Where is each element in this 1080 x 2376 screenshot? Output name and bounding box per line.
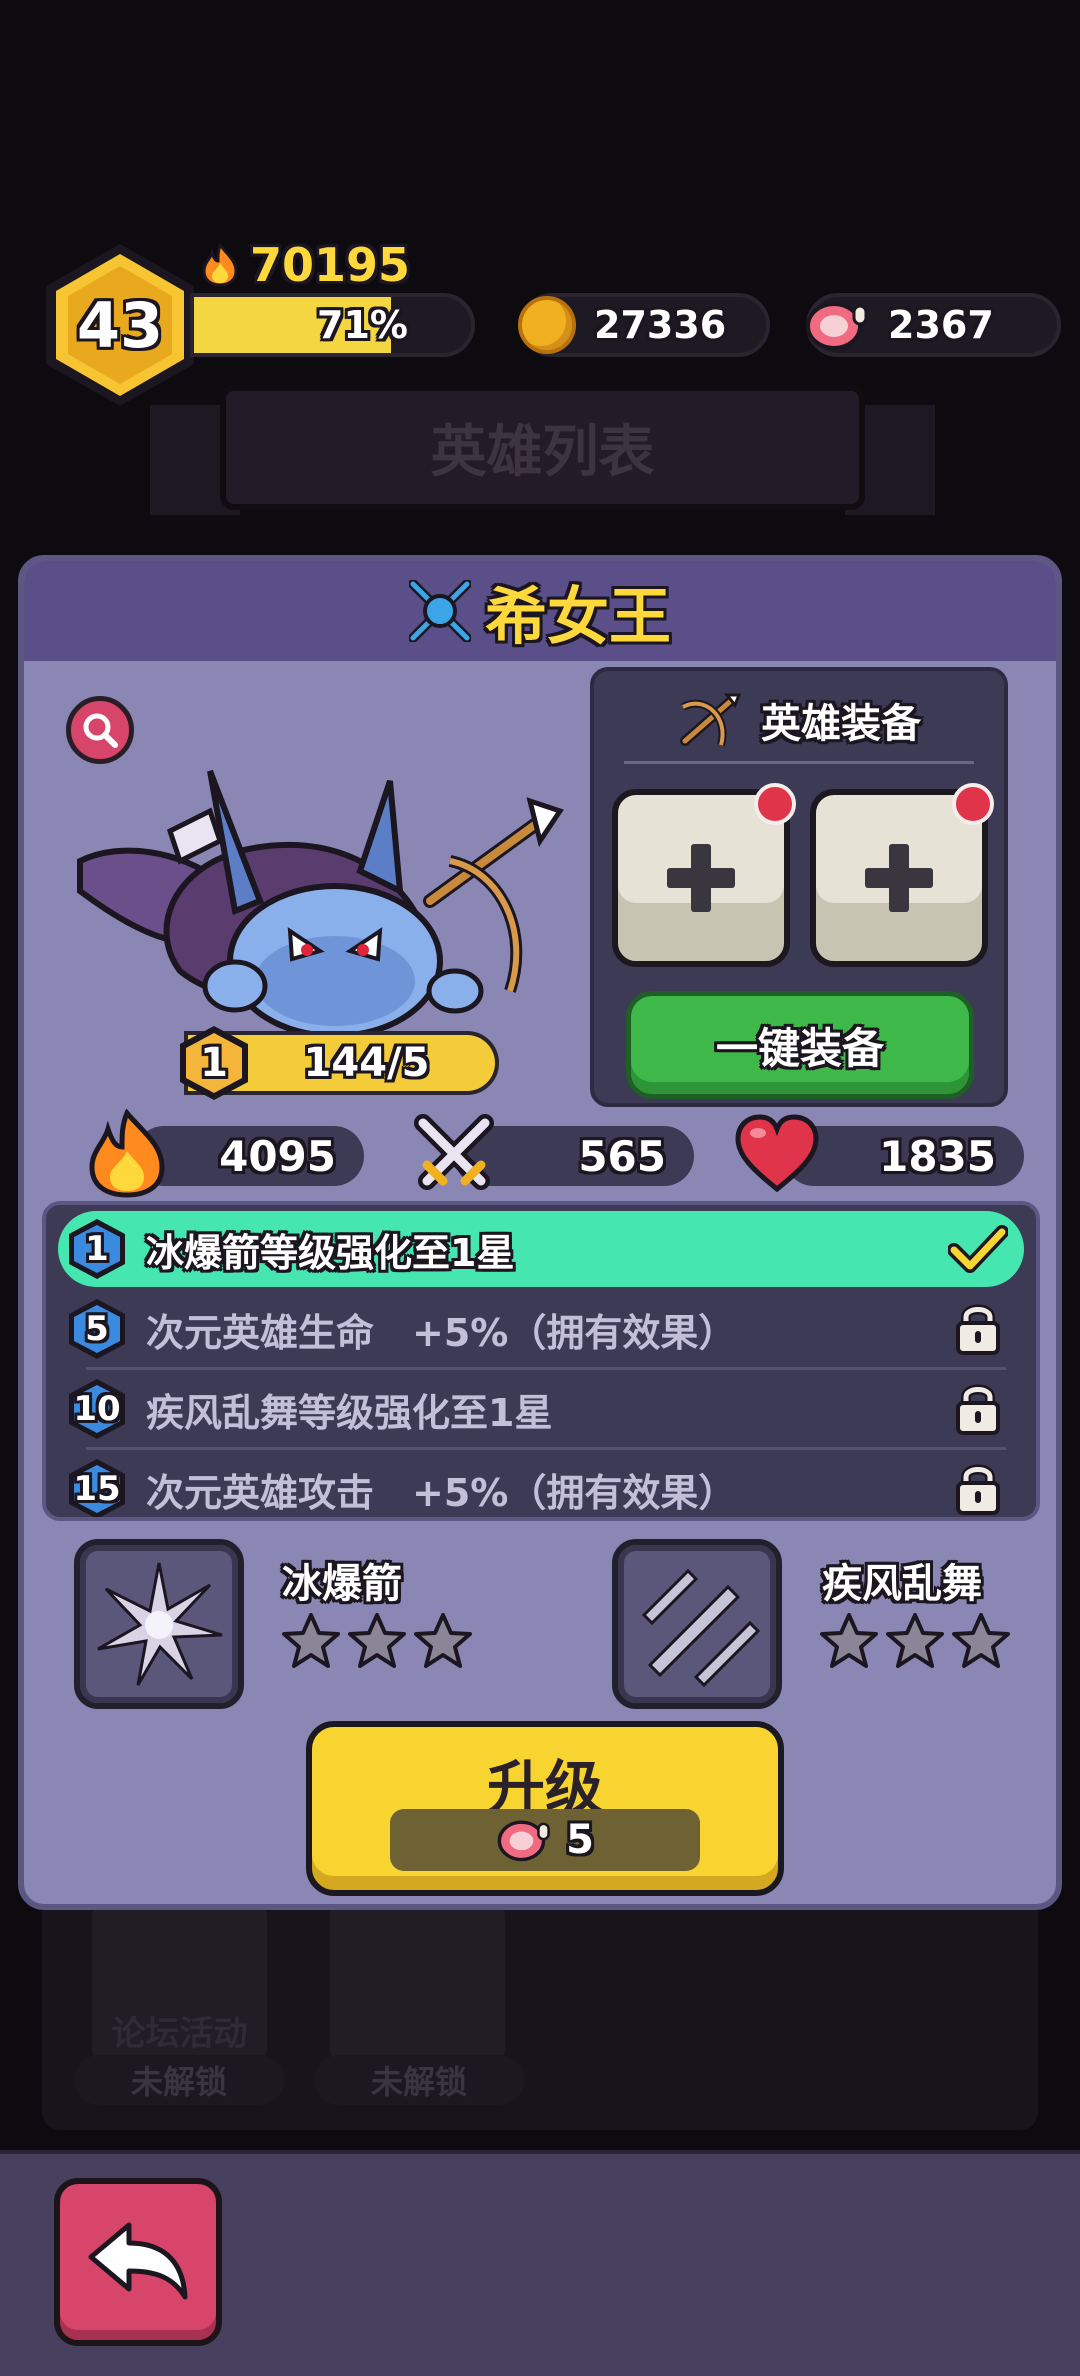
- background-card-label: 论坛活动: [111, 2014, 248, 2054]
- equipment-slot-1[interactable]: [612, 783, 796, 967]
- skill-ice-burst-arrow[interactable]: [74, 1539, 244, 1709]
- perk-level-badge: 1: [64, 1216, 130, 1282]
- coin-value: 27336: [594, 303, 727, 347]
- upgrade-button[interactable]: 升级 5: [306, 1721, 784, 1896]
- background-card-forum[interactable]: 论坛活动: [92, 1900, 267, 2065]
- perk-row: 10 疾风乱舞等级强化至1星: [58, 1371, 1024, 1447]
- flame-icon: [89, 1109, 165, 1198]
- lock-icon: [948, 1459, 1008, 1517]
- perk-level: 5: [85, 1309, 109, 1349]
- coin-counter[interactable]: 27336: [518, 293, 770, 357]
- star-icon: [952, 1613, 1010, 1668]
- perk-list: 1 冰爆箭等级强化至1星 5 次元英雄生命 +5%（拥有效果） 10 疾风乱舞等…: [42, 1201, 1040, 1521]
- lock-icon: [948, 1379, 1008, 1439]
- hero-header: 希女王: [24, 561, 1056, 661]
- equipment-header: 英雄装备: [594, 691, 1004, 749]
- skill-name: 冰爆箭: [282, 1561, 402, 1607]
- check-icon: [948, 1219, 1008, 1279]
- skill-name: 疾风乱舞: [822, 1561, 982, 1607]
- hero-name: 希女王: [484, 580, 671, 653]
- crossbow-icon: [680, 693, 741, 747]
- perk-text: 冰爆箭等级强化至1星: [146, 1230, 515, 1275]
- heart-icon: [735, 1114, 819, 1193]
- perk-level: 15: [73, 1469, 121, 1509]
- player-level: 43: [76, 288, 164, 362]
- plus-icon: [667, 844, 735, 912]
- lock-icon: [948, 1299, 1008, 1359]
- skill-stars: [818, 1611, 1012, 1671]
- crossed-swords-icon: [414, 1114, 494, 1190]
- magnifier-icon: [83, 713, 118, 748]
- meat-value: 2367: [888, 303, 994, 347]
- perk-row: 1 冰爆箭等级强化至1星: [58, 1211, 1024, 1287]
- divider: [86, 1447, 1006, 1450]
- power-row: 70195: [200, 238, 411, 292]
- divider: [624, 761, 974, 764]
- meat-icon: [806, 302, 868, 350]
- star-icon: [820, 1613, 878, 1668]
- auto-equip-button[interactable]: 一键装备: [626, 991, 974, 1099]
- slash-icon: [641, 1568, 761, 1688]
- background-card-locked[interactable]: [330, 1900, 505, 2065]
- upgrade-cost-value: 5: [566, 1817, 594, 1863]
- plus-icon: [865, 844, 933, 912]
- perk-text: 次元英雄攻击 +5%（拥有效果）: [146, 1470, 737, 1515]
- star-icon: [348, 1613, 406, 1668]
- perk-level: 1: [85, 1229, 109, 1269]
- coin-icon: [518, 296, 576, 354]
- equipment-panel: 英雄装备 一键装备: [590, 667, 1008, 1107]
- xp-bar: 71%: [190, 293, 475, 357]
- hero-detail-panel: 希女王 144/5 1 英雄装备 一键装备 4095 565 1835 1 冰爆…: [18, 555, 1062, 1910]
- flame-icon: [202, 243, 238, 287]
- perk-level-badge: 5: [64, 1296, 130, 1362]
- burst-icon: [97, 1562, 223, 1686]
- meat-icon: [497, 1820, 550, 1862]
- meat-counter[interactable]: 2367: [806, 293, 1061, 357]
- player-level-badge[interactable]: 43: [40, 240, 200, 410]
- background-card-status: 未解锁: [74, 2055, 284, 2105]
- star-icon: [282, 1613, 340, 1668]
- perk-level-badge: 10: [64, 1376, 130, 1442]
- back-button[interactable]: [54, 2178, 222, 2346]
- perk-level-badge: 15: [64, 1456, 130, 1517]
- hero-list-title-banner: 英雄列表: [220, 385, 865, 510]
- perk-level: 10: [73, 1389, 121, 1429]
- upgrade-cost: 5: [390, 1809, 700, 1871]
- hero-portrait: [77, 769, 564, 1039]
- divider: [86, 1367, 1006, 1370]
- dimension-class-icon: [408, 580, 471, 642]
- star-icon: [886, 1613, 944, 1668]
- hero-level-badge: 1: [174, 1023, 254, 1103]
- notification-dot: [952, 783, 994, 825]
- perk-row: 15 次元英雄攻击 +5%（拥有效果）: [58, 1451, 1024, 1517]
- xp-percent: 71%: [317, 303, 408, 347]
- hero-list-title: 英雄列表: [430, 420, 655, 485]
- player-power: 70195: [250, 238, 411, 292]
- skill-stars: [280, 1611, 474, 1671]
- back-arrow-icon: [88, 2222, 188, 2300]
- background-card-status: 未解锁: [314, 2055, 524, 2105]
- perk-text: 疾风乱舞等级强化至1星: [146, 1390, 553, 1435]
- equipment-slot-2[interactable]: [810, 783, 994, 967]
- hero-level: 1: [200, 1040, 228, 1086]
- equipment-title: 英雄装备: [761, 701, 921, 747]
- star-icon: [414, 1613, 472, 1668]
- notification-dot: [754, 783, 796, 825]
- skill-gale-dance[interactable]: [612, 1539, 782, 1709]
- perk-text: 次元英雄生命 +5%（拥有效果）: [146, 1310, 737, 1355]
- perk-row: 5 次元英雄生命 +5%（拥有效果）: [58, 1291, 1024, 1367]
